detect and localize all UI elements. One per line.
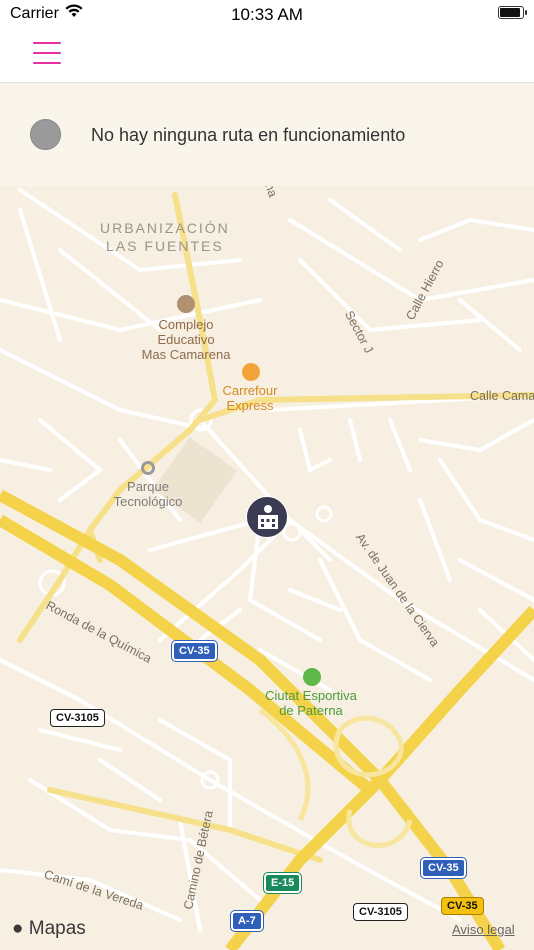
poi-school[interactable]: Complejo Educativo Mas Camarena <box>136 317 236 362</box>
road-shield: CV-35 <box>171 640 218 662</box>
location-pin[interactable] <box>246 496 288 538</box>
building-icon <box>258 505 278 529</box>
status-time: 10:33 AM <box>231 5 303 24</box>
area-label: URBANIZACIÓN LAS FUENTES <box>100 220 230 254</box>
route-status-banner: No hay ninguna ruta en funcionamiento <box>0 83 534 186</box>
menu-icon[interactable] <box>33 42 61 66</box>
poi-sports[interactable]: Ciutat Esportiva de Paterna <box>246 688 376 718</box>
status-bar: Carrier 10:33 AM <box>0 0 534 28</box>
poi-carrefour[interactable]: Carrefour Express <box>200 383 300 413</box>
status-indicator-icon <box>30 119 61 150</box>
legal-link[interactable]: Aviso legal <box>452 922 515 937</box>
maps-brand: Mapas <box>28 918 86 939</box>
route-status-message: No hay ninguna ruta en funcionamiento <box>91 125 406 145</box>
shopping-cart-icon[interactable] <box>242 363 260 381</box>
road-shield: A-7 <box>230 910 264 932</box>
navigation-bar <box>0 28 534 83</box>
school-icon[interactable] <box>177 295 195 313</box>
apple-logo-icon: ● <box>12 918 24 939</box>
maps-attribution: ● Mapas <box>12 918 86 940</box>
battery-icon <box>498 6 527 19</box>
sports-icon[interactable] <box>303 668 321 686</box>
poi-park[interactable]: Parque Tecnológico <box>98 479 198 509</box>
park-icon[interactable] <box>141 461 155 475</box>
road-shield: E-15 <box>262 872 303 894</box>
road-shield: CV-35 <box>441 897 484 915</box>
road-shield: CV-35 <box>420 857 467 879</box>
road-shield: CV-3105 <box>50 709 105 727</box>
street-label: Calle Camaro <box>470 389 534 403</box>
road-shield: CV-3105 <box>353 903 408 921</box>
